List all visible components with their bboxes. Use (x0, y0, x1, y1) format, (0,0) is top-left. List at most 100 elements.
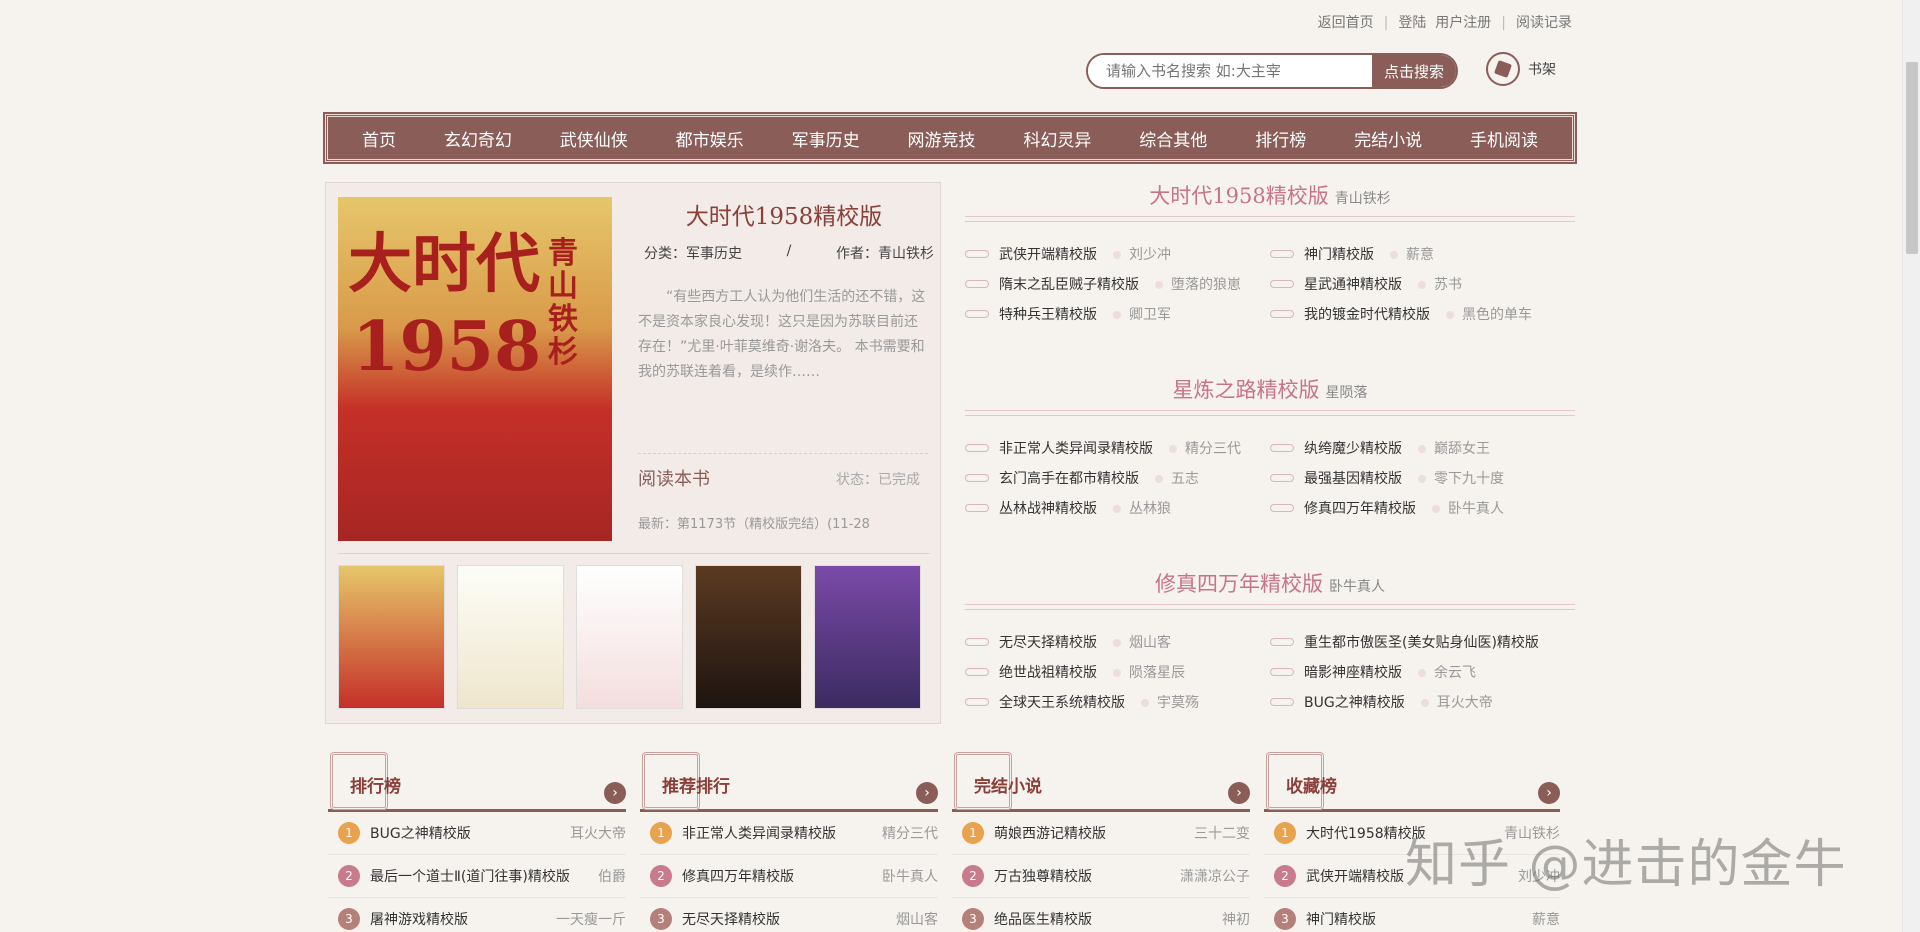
read-book-link[interactable]: 阅读本书 (638, 465, 710, 491)
book-title[interactable]: 全球天王系统精校版 (999, 692, 1125, 712)
book-title[interactable]: 我的镀金时代精校版 (1304, 304, 1430, 324)
list-item[interactable]: 无尽天择精校版 烟山客 (965, 632, 1270, 652)
search-input[interactable] (1088, 55, 1372, 87)
section-book-title[interactable]: 大时代1958精校版 (1149, 184, 1328, 208)
more-arrow-icon[interactable]: › (1228, 782, 1250, 804)
more-arrow-icon[interactable]: › (1538, 782, 1560, 804)
reading-history-link[interactable]: 阅读记录 (1516, 15, 1572, 31)
book-author: 三十二变 (1194, 826, 1250, 842)
nav-item-other[interactable]: 综合其他 (1139, 126, 1207, 151)
list-item[interactable]: 特种兵王精校版 卿卫军 (965, 304, 1270, 324)
bookshelf-link[interactable]: 书架 (1486, 52, 1556, 86)
book-title[interactable]: 萌娘西游记精校版 (994, 823, 1194, 843)
list-item[interactable]: 玄门高手在都市精校版 五志 (965, 468, 1270, 488)
book-title[interactable]: 修真四万年精校版 (682, 866, 882, 886)
book-title[interactable]: 无尽天择精校版 (999, 632, 1097, 652)
rank-number: 3 (338, 908, 360, 930)
ranking-row[interactable]: 1 非正常人类异闻录精校版 精分三代 (640, 812, 938, 855)
nav-item-ranking[interactable]: 排行榜 (1255, 126, 1306, 151)
book-title[interactable]: 星武通神精校版 (1304, 274, 1402, 294)
list-item[interactable]: 隋末之乱臣贼子精校版 堕落的狼崽 (965, 274, 1270, 294)
home-link[interactable]: 返回首页 (1318, 15, 1374, 31)
book-title[interactable]: 非正常人类异闻录精校版 (682, 823, 882, 843)
list-item[interactable]: 绝世战祖精校版 陨落星辰 (965, 662, 1270, 682)
book-title[interactable]: 屠神游戏精校版 (370, 909, 556, 929)
book-title[interactable]: 暗影神座精校版 (1304, 662, 1402, 682)
list-item[interactable]: 武侠开端精校版 刘少冲 (965, 244, 1270, 264)
book-title[interactable]: 绝世战祖精校版 (999, 662, 1097, 682)
book-title[interactable]: 隋末之乱臣贼子精校版 (999, 274, 1139, 294)
list-item[interactable]: 全球天王系统精校版 宇莫殇 (965, 692, 1270, 712)
top-links: 返回首页 | 登陆 用户注册 | 阅读记录 (1318, 12, 1572, 32)
bullet-icon (965, 698, 989, 706)
ranking-row[interactable]: 3 无尽天择精校版 烟山客 (640, 898, 938, 932)
bullet-icon (1270, 310, 1294, 318)
list-item[interactable]: BUG之神精校版 耳火大帝 (1270, 692, 1575, 712)
nav-item-completed[interactable]: 完结小说 (1354, 126, 1422, 151)
book-title[interactable]: 神门精校版 (1304, 244, 1374, 264)
list-item[interactable]: 最强基因精校版 零下九十度 (1270, 468, 1575, 488)
nav-item-wuxia[interactable]: 武侠仙侠 (560, 126, 628, 151)
nav-item-fantasy[interactable]: 玄幻奇幻 (444, 126, 512, 151)
featured-title[interactable]: 大时代1958精校版 (626, 197, 942, 231)
list-item[interactable]: 丛林战神精校版 丛林狼 (965, 498, 1270, 518)
ranking-row[interactable]: 2 最后一个道士Ⅱ(道门往事)精校版 伯爵 (328, 855, 626, 898)
thumbnail-cover[interactable] (576, 565, 683, 709)
register-link[interactable]: 用户注册 (1435, 15, 1491, 31)
more-arrow-icon[interactable]: › (916, 782, 938, 804)
bullet-icon (965, 504, 989, 512)
nav-item-mobile[interactable]: 手机阅读 (1470, 126, 1538, 151)
thumbnail-cover[interactable] (695, 565, 802, 709)
list-item[interactable]: 我的镀金时代精校版 黑色的单车 (1270, 304, 1575, 324)
list-item[interactable]: 纨绔魔少精校版 巅舔女王 (1270, 438, 1575, 458)
list-item[interactable]: 神门精校版 薪意 (1270, 244, 1575, 264)
search-button[interactable]: 点击搜索 (1372, 55, 1456, 87)
nav-item-game[interactable]: 网游竞技 (907, 126, 975, 151)
book-title[interactable]: 最强基因精校版 (1304, 468, 1402, 488)
book-title[interactable]: 绝品医生精校版 (994, 909, 1222, 929)
more-arrow-icon[interactable]: › (604, 782, 626, 804)
list-item[interactable]: 重生都市傲医圣(美女贴身仙医)精校版 (1270, 632, 1575, 652)
ranking-row[interactable]: 3 屠神游戏精校版 一天瘦一斤 (328, 898, 626, 932)
book-title[interactable]: 重生都市傲医圣(美女贴身仙医)精校版 (1304, 632, 1539, 652)
page-scrollbar[interactable] (1902, 0, 1920, 932)
book-title[interactable]: 非正常人类异闻录精校版 (999, 438, 1153, 458)
ranking-row[interactable]: 2 修真四万年精校版 卧牛真人 (640, 855, 938, 898)
book-title[interactable]: 万古独尊精校版 (994, 866, 1180, 886)
nav-item-scifi[interactable]: 科幻灵异 (1023, 126, 1091, 151)
ranking-row[interactable]: 1 萌娘西游记精校版 三十二变 (952, 812, 1250, 855)
book-title[interactable]: 特种兵王精校版 (999, 304, 1097, 324)
section-book-title[interactable]: 星炼之路精校版 (1173, 378, 1320, 402)
book-title[interactable]: 无尽天择精校版 (682, 909, 896, 929)
section-book-title[interactable]: 修真四万年精校版 (1155, 572, 1323, 596)
ranking-row[interactable]: 1 BUG之神精校版 耳火大帝 (328, 812, 626, 855)
list-item[interactable]: 修真四万年精校版 卧牛真人 (1270, 498, 1575, 518)
list-item[interactable]: 星武通神精校版 苏书 (1270, 274, 1575, 294)
scrollbar-thumb[interactable] (1906, 62, 1918, 254)
featured-cover[interactable]: 大时代 1958 青山铁杉 (338, 197, 612, 541)
latest-chapter[interactable]: 最新：第1173节（精校版完结）(11-28 (638, 513, 870, 532)
ranking-row[interactable]: 3 神门精校版 薪意 (1264, 898, 1560, 932)
thumbnail-cover[interactable] (814, 565, 921, 709)
book-title[interactable]: BUG之神精校版 (370, 823, 570, 843)
nav-item-urban[interactable]: 都市娱乐 (676, 126, 744, 151)
list-item[interactable]: 非正常人类异闻录精校版 精分三代 (965, 438, 1270, 458)
book-title[interactable]: 修真四万年精校版 (1304, 498, 1416, 518)
list-item[interactable]: 暗影神座精校版 余云飞 (1270, 662, 1575, 682)
ranking-row[interactable]: 3 绝品医生精校版 神初 (952, 898, 1250, 932)
book-title[interactable]: 纨绔魔少精校版 (1304, 438, 1402, 458)
book-author: 宇莫殇 (1141, 692, 1199, 712)
thumbnail-cover[interactable] (338, 565, 445, 709)
book-title[interactable]: 武侠开端精校版 (999, 244, 1097, 264)
book-title[interactable]: BUG之神精校版 (1304, 692, 1405, 712)
thumbnail-cover[interactable] (457, 565, 564, 709)
nav-item-military[interactable]: 军事历史 (792, 126, 860, 151)
book-title[interactable]: 玄门高手在都市精校版 (999, 468, 1139, 488)
book-title[interactable]: 最后一个道士Ⅱ(道门往事)精校版 (370, 866, 598, 886)
book-title[interactable]: 丛林战神精校版 (999, 498, 1097, 518)
ranking-row[interactable]: 2 万古独尊精校版 潇潇凉公子 (952, 855, 1250, 898)
login-link[interactable]: 登陆 (1398, 15, 1426, 31)
book-title[interactable]: 神门精校版 (1306, 909, 1532, 929)
book-author: 卧牛真人 (882, 869, 938, 885)
nav-item-home[interactable]: 首页 (362, 126, 396, 151)
